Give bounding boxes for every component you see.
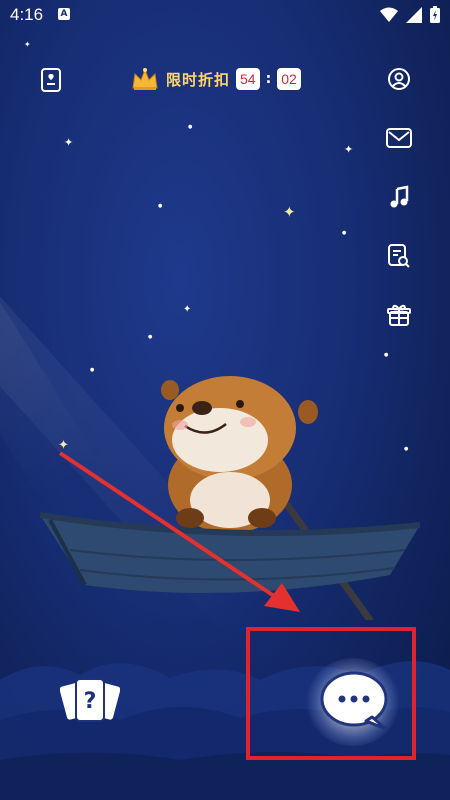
- crown-icon: [132, 68, 158, 90]
- right-nav: [386, 66, 412, 328]
- search-record-button[interactable]: [386, 243, 412, 269]
- system-icons: [380, 6, 440, 23]
- promo-label: 限时折扣: [166, 70, 231, 89]
- star-icon: ●: [342, 230, 347, 236]
- mail-icon: [386, 128, 412, 148]
- cards-question-mark: ?: [84, 689, 97, 714]
- star-icon: ●: [148, 334, 153, 340]
- status-bar: 4:16 A: [0, 0, 450, 30]
- search-document-icon: [388, 244, 410, 268]
- signal-icon: [406, 6, 422, 23]
- chat-button[interactable]: [316, 669, 392, 735]
- music-icon: [390, 185, 409, 208]
- timer-seconds: 02: [277, 68, 301, 90]
- star-icon: ✦: [64, 136, 74, 149]
- timer-separator: :: [265, 71, 272, 87]
- star-icon: ●: [188, 124, 193, 130]
- gift-button[interactable]: [386, 302, 412, 328]
- question-cards-button[interactable]: ?: [60, 676, 120, 726]
- wifi-icon: [380, 7, 398, 22]
- profile-icon: [388, 68, 410, 90]
- timer-minutes: 54: [236, 68, 260, 90]
- gift-icon: [387, 304, 411, 326]
- music-button[interactable]: [386, 184, 412, 210]
- star-icon: ✦: [183, 304, 192, 315]
- discount-promo[interactable]: 限时折扣 54 : 02: [130, 64, 301, 94]
- star-icon: ●: [384, 352, 389, 358]
- badge-card-icon[interactable]: [40, 67, 62, 93]
- notification-icon: A: [58, 8, 70, 20]
- mail-button[interactable]: [386, 125, 412, 151]
- star-icon: ●: [158, 203, 163, 209]
- otter-in-boat-illustration: [39, 376, 421, 620]
- star-icon: ✦: [344, 143, 354, 156]
- status-time: 4:16: [10, 5, 44, 24]
- star-icon: ✦: [24, 40, 31, 49]
- star-icon: ✦: [283, 203, 296, 221]
- battery-icon: [430, 6, 440, 23]
- profile-button[interactable]: [386, 66, 412, 92]
- more-dots-icon: [338, 695, 370, 703]
